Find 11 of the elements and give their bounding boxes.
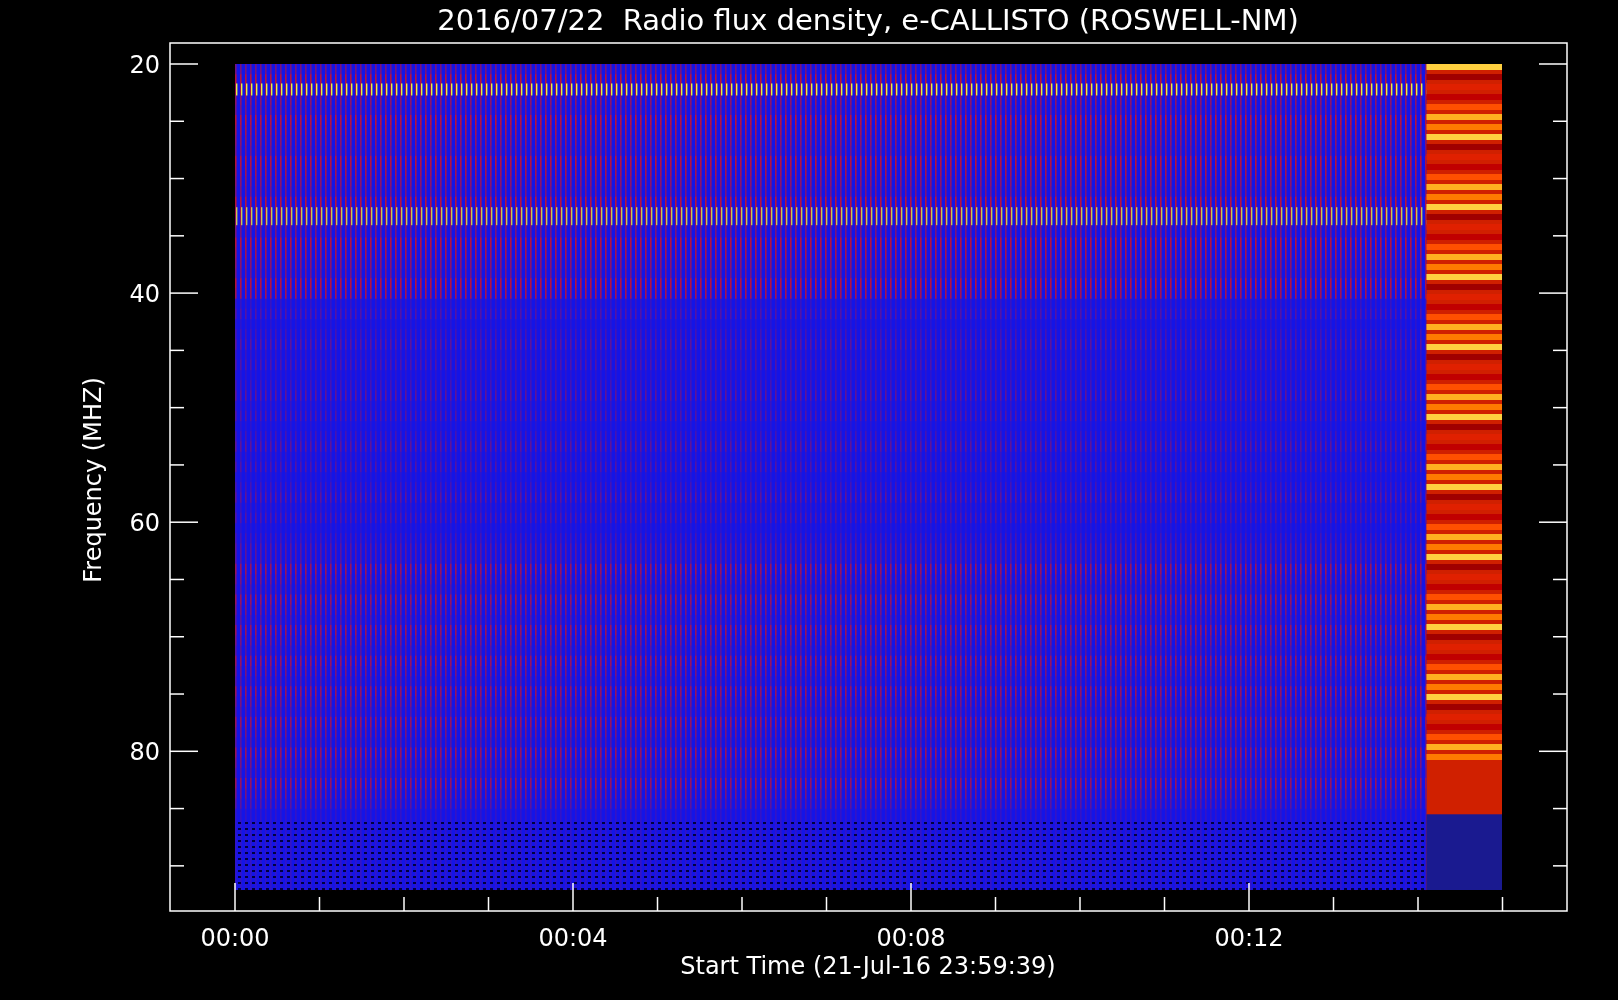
x-tick-label: 00:12 <box>1214 924 1284 952</box>
y-tick-label: 20 <box>129 51 160 79</box>
y-axis-label: Frequency (MHZ) <box>79 377 107 583</box>
x-tick-label: 00:04 <box>538 924 608 952</box>
y-tick-label: 80 <box>129 738 160 767</box>
plot-title: 2016/07/22 Radio flux density, e-CALLISTO (ROSWELL-NM) <box>437 3 1299 37</box>
y-tick-label: 40 <box>129 280 160 309</box>
x-tick-label: 00:00 <box>200 924 270 952</box>
x-tick-label: 00:08 <box>876 924 946 952</box>
x-axis-label: Start Time (21-Jul-16 23:59:39) <box>680 952 1056 980</box>
y-tick-label: 60 <box>129 509 160 538</box>
